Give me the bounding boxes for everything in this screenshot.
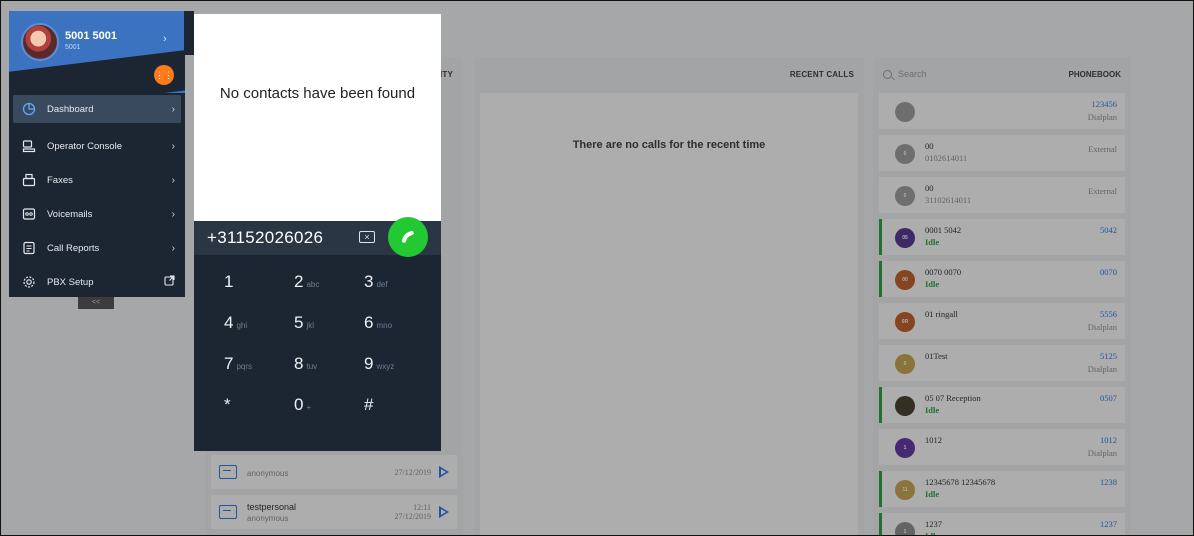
chevron-right-icon: › [171,208,175,220]
keypad-key[interactable]: 5 jkl [294,313,364,354]
keypad-row: * 0 + # [194,395,441,436]
key-letters: mno [376,321,393,330]
keypad-key[interactable]: 1 [224,272,294,313]
key-letters: abc [306,280,320,289]
keypad-key[interactable]: 8 tuv [294,354,364,395]
sidebar-item-label: Dashboard [47,103,94,115]
voicemail-icon [21,206,37,222]
keypad: 1 2 abc 3 def 4 ghi 5 jkl 6 mno 7 pqrs 8 tuv 9 wxyz * 0 + # [194,272,441,436]
sidebar-item-label: Faxes [47,174,73,186]
sidebar-item-voicemails[interactable]: Voicemails › [9,197,185,231]
keypad-key[interactable]: 4 ghi [224,313,294,354]
pie-chart-icon [21,101,37,117]
sidebar-item-label: Call Reports [47,242,100,254]
chevron-right-icon: › [171,103,175,115]
user-extension: 5001 [65,44,81,51]
chevron-right-icon: › [171,174,175,186]
keypad-key[interactable]: 9 wxyz [364,354,434,395]
keypad-key[interactable]: 2 abc [294,272,364,313]
key-digit: # [364,395,374,414]
sidebar-menu: Dashboard › Operator Console › Faxes › V… [9,95,185,299]
external-link-icon [164,275,175,289]
keypad-key[interactable]: 7 pqrs [224,354,294,395]
phone-icon [402,231,414,243]
keypad-key[interactable]: # [364,395,434,436]
keypad-key[interactable]: * [224,395,294,436]
sidebar-item-label: PBX Setup [47,276,94,288]
key-letters: ghi [236,321,248,330]
key-letters: pqrs [236,362,253,371]
backspace-icon[interactable]: × [359,231,375,243]
sidebar-item-dashboard[interactable]: Dashboard › [13,95,181,123]
sidebar-item-operator-console[interactable]: Operator Console › [9,129,185,163]
key-digit: * [224,395,231,414]
contacts-results: No contacts have been found [194,14,441,221]
key-digit: 5 [294,313,304,332]
key-letters: + [306,403,312,412]
sidebar-item-label: Voicemails [47,208,93,220]
keypad-row: 7 pqrs 8 tuv 9 wxyz [194,354,441,395]
collapse-sidebar-button[interactable]: << [78,297,114,309]
key-digit: 9 [364,354,374,373]
key-digit: 2 [294,272,304,291]
avatar [21,23,59,61]
key-letters: tuv [306,362,318,371]
sidebar: 5001 5001 5001 › ⋮⋮ Dashboard › Operator… [9,11,185,297]
chevron-right-icon: › [171,140,175,152]
dialpad-icon: ⋮⋮ [155,69,173,80]
app-window: VITY anonymous 27/12/2019 testpersonal a… [0,0,1194,536]
keypad-row: 4 ghi 5 jkl 6 mno [194,313,441,354]
dialpad-button[interactable]: ⋮⋮ [154,65,174,85]
dial-number-input[interactable]: +31152026026 [207,228,323,248]
key-digit: 7 [224,354,234,373]
key-digit: 4 [224,313,234,332]
key-digit: 0 [294,395,304,414]
keypad-key[interactable]: 0 + [294,395,364,436]
keypad-key[interactable]: 6 mno [364,313,434,354]
key-letters: jkl [306,321,315,330]
user-name: 5001 5001 [65,30,117,42]
gear-icon [21,274,37,290]
call-button[interactable] [388,217,428,257]
no-contacts-message: No contacts have been found [219,85,416,102]
chevron-right-icon: › [163,33,167,45]
chevron-right-icon: › [171,242,175,254]
report-icon [21,240,37,256]
key-letters: def [376,280,388,289]
key-letters: wxyz [376,362,395,371]
sidebar-item-pbx-setup[interactable]: PBX Setup [9,265,185,299]
key-digit: 8 [294,354,304,373]
dialer-popup: No contacts have been found +31152026026… [194,14,441,451]
popup-pointer [184,11,194,55]
sidebar-item-label: Operator Console [47,140,122,152]
fax-icon [21,172,37,188]
operator-icon [21,138,37,154]
sidebar-item-faxes[interactable]: Faxes › [9,163,185,197]
key-digit: 1 [224,272,234,291]
keypad-key[interactable]: 3 def [364,272,434,313]
keypad-row: 1 2 abc 3 def [194,272,441,313]
key-digit: 3 [364,272,374,291]
key-digit: 6 [364,313,374,332]
sidebar-item-call-reports[interactable]: Call Reports › [9,231,185,265]
